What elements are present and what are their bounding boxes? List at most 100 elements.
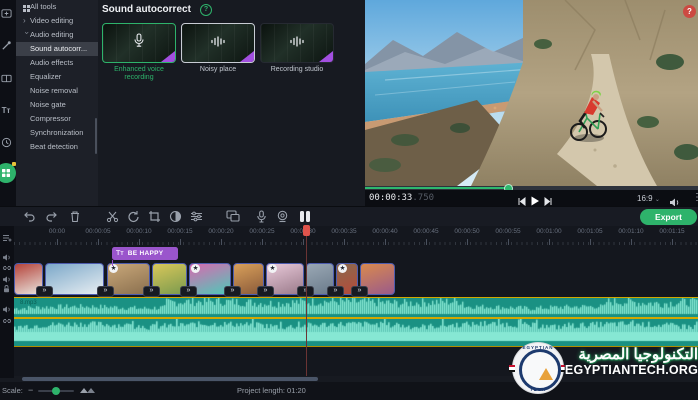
ruler-timestamp: 00:00:45 [413,228,438,235]
filters-wand-icon[interactable] [0,35,16,55]
video-preview[interactable] [365,0,698,186]
preset-card-recording-studio[interactable]: Recording studio [260,23,334,74]
ruler-major-tick [139,239,140,245]
audio-track-link-icon[interactable] [3,311,11,329]
record-audio-mic-icon[interactable] [256,210,267,223]
transition-badge[interactable]: » [257,286,274,297]
transition-badge[interactable]: » [327,286,344,297]
add-track-icon[interactable] [2,230,12,248]
favorite-star-badge: ★ [191,264,200,273]
title-clip-be-happy[interactable]: Tт BE HAPPY [112,247,178,260]
current-time: 00:00:33.750 [369,193,434,203]
sidebar-item-video-editing[interactable]: ›Video editing [16,14,98,28]
sidebar-scrollbar[interactable] [95,118,97,154]
expander-chevron-icon: › [23,14,30,28]
preset-thumbnail[interactable] [260,23,334,63]
ruler-timestamp: 00:00:40 [372,228,397,235]
video-track-lock-icon[interactable] [3,280,10,298]
transition-badge[interactable]: » [180,286,197,297]
playhead-handle[interactable] [303,225,310,236]
audio-track-1[interactable]: 8.mp3 [14,297,698,318]
ruler-major-tick [549,239,550,245]
ruler-major-tick [385,239,386,245]
sidebar-item-audio-effects[interactable]: Audio effects [16,56,98,70]
transition-badge[interactable]: » [143,286,160,297]
timeline-zoom-slider[interactable] [38,390,74,392]
undo-icon[interactable] [23,210,36,223]
playback-controls: 00:00:33.750 16:9 ⌄ ⋮ [365,190,698,206]
split-scissors-icon[interactable] [106,210,119,223]
chevron-down-icon: ⌄ [655,197,660,203]
preset-thumbnail[interactable] [181,23,255,63]
scrollbar-thumb[interactable] [22,377,318,381]
sidebar-item-synchronization[interactable]: Synchronization [16,126,98,140]
favorite-star-badge: ★ [109,264,118,273]
sidebar-item-audio-editing[interactable]: ›Audio editing [16,28,98,42]
panel-help-icon[interactable]: ? [200,4,212,16]
transition-badge[interactable]: » [224,286,241,297]
timeline-ruler[interactable]: 00:0000:00:0500:00:1000:00:1500:00:2000:… [14,226,698,246]
egyptiantech-logo: EGYPTIAN TECH [512,342,564,394]
sidebar-item-sound-autocorr[interactable]: Sound autocorr... [16,42,98,56]
rotate-icon[interactable] [127,210,140,223]
webcam-capture-icon[interactable] [276,210,289,223]
ruler-major-tick [672,239,673,245]
transitions-icon[interactable] [0,68,16,88]
ruler-major-tick [508,239,509,245]
expander-chevron-icon: › [20,32,34,39]
preset-card-enhanced-voice-recording[interactable]: Enhanced voice recording [102,23,176,82]
egypt-flag-left [509,365,515,372]
preview-help-icon[interactable]: ? [683,5,696,18]
pause-bars-icon[interactable] [300,211,313,222]
ruler-timestamp: 00:00:15 [167,228,192,235]
color-adjustments-icon[interactable] [169,210,182,223]
sidebar-item-noise-removal[interactable]: Noise removal [16,84,98,98]
titles-icon[interactable]: Tт [0,100,16,120]
aspect-ratio-dropdown[interactable]: 16:9 ⌄ [637,194,660,203]
transition-badge[interactable]: » [351,286,368,297]
sidebar-item-noise-gate[interactable]: Noise gate [16,98,98,112]
ruler-major-tick [590,239,591,245]
premium-corner-badge [240,51,254,62]
import-media-icon[interactable] [0,3,16,23]
delete-icon[interactable] [69,210,81,223]
sidebar-item-compressor[interactable]: Compressor [16,112,98,126]
ruler-timestamp: 00:00:10 [126,228,151,235]
sidebar-item-equalizer[interactable]: Equalizer [16,70,98,84]
redo-icon[interactable] [45,210,58,223]
sidebar-item-label: Noise removal [30,86,78,95]
zoom-slider-knob[interactable] [52,387,60,395]
overlay-pip-icon[interactable] [226,210,240,222]
transition-badge[interactable]: » [97,286,114,297]
preview-frame-mountain-biker [365,0,698,186]
video-track[interactable]: »»★»»★»»★»»★» [14,263,698,296]
sidebar-item-label: Audio editing [30,30,73,39]
export-button[interactable]: Export [640,209,697,225]
stickers-clock-icon[interactable] [0,132,16,152]
transition-badge[interactable]: » [36,286,53,297]
more-tools-icon[interactable] [0,163,16,183]
crop-icon[interactable] [148,210,161,223]
zoom-out-icon[interactable]: − [28,385,33,395]
clip-properties-icon[interactable] [190,210,203,223]
video-clip[interactable] [45,263,104,295]
title-clip-tt-icon: Tт [116,250,124,257]
preset-thumbnail[interactable] [102,23,176,63]
preview-menu-icon[interactable]: ⋮ [692,192,698,203]
sidebar-item-all-tools[interactable]: All tools [16,0,98,14]
premium-corner-badge [161,51,175,62]
sidebar-item-label: Synchronization [30,128,83,137]
ruler-major-tick [262,239,263,245]
logo-pyramid-icon [539,368,553,380]
ruler-major-tick [98,239,99,245]
sound-autocorrect-panel: Sound autocorrect ? Enhanced voice recor… [98,0,365,206]
project-length: Project length: 01:20 [237,386,306,395]
preset-card-noisy-place[interactable]: Noisy place [181,23,255,74]
panel-title: Sound autocorrect [102,4,191,15]
sidebar-item-label: Video editing [30,16,73,25]
timeline-toolbar: Export [0,206,698,227]
sidebar-item-beat-detection[interactable]: Beat detection [16,140,98,154]
sidebar-item-label: Noise gate [30,100,66,109]
ruler-timestamp: 00:00:35 [331,228,356,235]
sidebar-item-label: All tools [30,2,56,11]
